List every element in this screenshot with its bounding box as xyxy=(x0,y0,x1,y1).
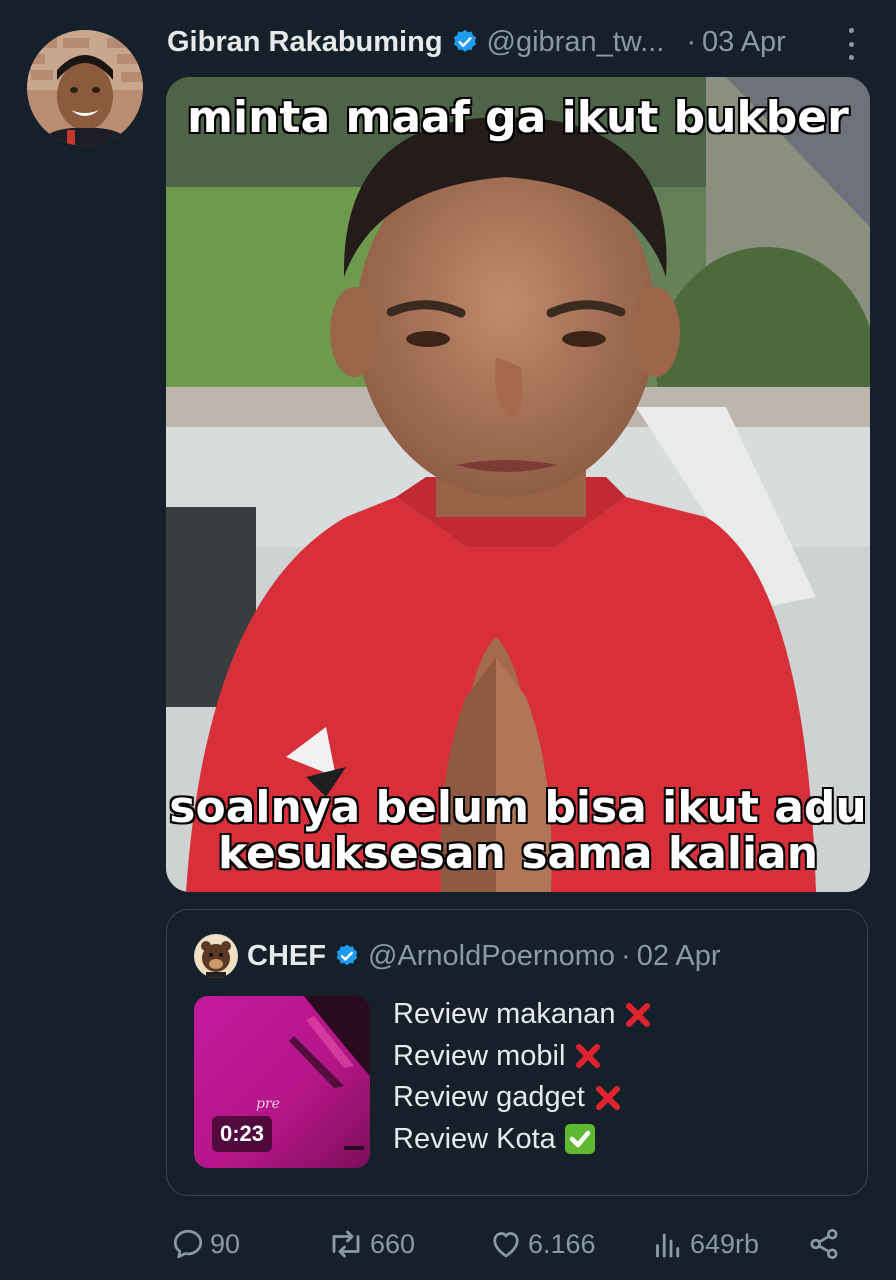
quoted-line-text: Review gadget xyxy=(393,1081,585,1113)
tweet-date[interactable]: 03 Apr xyxy=(702,26,786,59)
like-count: 6.166 xyxy=(528,1228,596,1259)
quoted-line: Review gadget xyxy=(393,1077,653,1119)
quoted-tweet[interactable]: CHEF @ArnoldPoernomo · 02 Apr pre 0:23 R… xyxy=(166,909,868,1196)
quoted-line: Review mobil xyxy=(393,1036,653,1078)
heart-icon xyxy=(493,1232,519,1258)
reply-count: 90 xyxy=(210,1228,241,1259)
author-handle[interactable]: @gibran_tw... xyxy=(487,26,665,59)
verified-badge-icon xyxy=(453,29,476,52)
share-button[interactable] xyxy=(806,1222,846,1266)
quoted-video-thumbnail[interactable]: pre 0:23 xyxy=(194,996,370,1168)
check-mark-icon xyxy=(564,1123,596,1155)
tweet: Gibran Rakabuming @gibran_tw... · 03 Apr xyxy=(0,0,896,1280)
author-name[interactable]: Gibran Rakabuming xyxy=(167,26,443,59)
quoted-author-name[interactable]: CHEF xyxy=(247,940,326,973)
quoted-line-text: Review Kota xyxy=(393,1122,556,1155)
tweet-actions: 90 660 6.166 649rb xyxy=(166,1222,846,1266)
quoted-author-avatar[interactable] xyxy=(194,934,238,978)
cross-mark-icon xyxy=(593,1083,623,1113)
meme-caption-top: minta maaf ga ikut bukber xyxy=(186,92,850,143)
retweet-button[interactable]: 660 xyxy=(326,1222,415,1266)
quoted-line-text: Review mobil xyxy=(393,1039,566,1072)
tweet-image[interactable]: minta maaf ga ikut bukber soalnya belum … xyxy=(166,77,870,892)
views-button[interactable]: 649rb xyxy=(650,1222,759,1266)
verified-badge-icon xyxy=(336,944,358,966)
quoted-line-text: Review makanan xyxy=(393,998,616,1030)
meme-caption-bottom-line-2: kesuksesan sama kalian xyxy=(217,828,819,879)
like-button[interactable]: 6.166 xyxy=(488,1222,596,1266)
video-duration: 0:23 xyxy=(212,1116,273,1152)
quoted-tweet-header: CHEF @ArnoldPoernomo · 02 Apr xyxy=(247,934,847,978)
author-avatar[interactable] xyxy=(27,30,143,146)
quoted-line: Review Kota xyxy=(393,1119,653,1161)
separator-dot: · xyxy=(621,939,631,972)
separator-dot: · xyxy=(686,25,696,58)
quoted-tweet-date[interactable]: 02 Apr xyxy=(637,940,721,973)
retweet-icon xyxy=(332,1230,360,1258)
cross-mark-icon xyxy=(623,1000,653,1030)
meme-caption-bottom: soalnya belum bisa ikut adu kesuksesan s… xyxy=(166,782,870,879)
reply-button[interactable]: 90 xyxy=(170,1222,240,1266)
share-icon xyxy=(810,1229,838,1259)
views-icon xyxy=(656,1233,680,1258)
meme-caption-bottom-line-1: soalnya belum bisa ikut adu xyxy=(168,782,867,833)
quoted-tweet-text: Review makanan Review mobil Review gadge… xyxy=(393,994,653,1160)
quoted-author-handle[interactable]: @ArnoldPoernomo xyxy=(368,940,615,973)
view-count: 649rb xyxy=(690,1228,760,1259)
tweet-header: Gibran Rakabuming @gibran_tw... · 03 Apr xyxy=(167,22,866,62)
reply-icon xyxy=(173,1229,203,1259)
meme-photo xyxy=(166,77,870,892)
more-vertical-icon[interactable] xyxy=(836,26,866,62)
cross-mark-icon xyxy=(573,1041,603,1071)
quoted-line: Review makanan xyxy=(393,994,653,1036)
retweet-count: 660 xyxy=(370,1228,416,1259)
thumbnail-text: pre xyxy=(256,1096,280,1112)
